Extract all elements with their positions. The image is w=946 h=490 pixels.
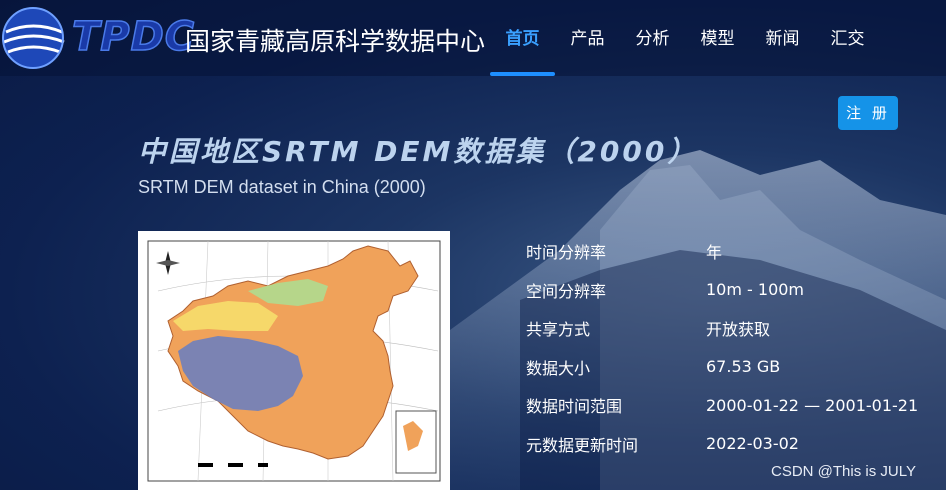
main-nav: 首页 产品 分析 模型 新闻 汇交	[490, 0, 880, 76]
china-dem-map-icon	[147, 240, 441, 482]
metadata-label: 元数据更新时间	[526, 435, 639, 455]
nav-item-home[interactable]: 首页	[490, 0, 555, 76]
watermark: CSDN @This is JULY	[771, 463, 916, 480]
globe-logo-icon	[2, 7, 65, 69]
metadata-row: 数据大小 67.53 GB	[526, 348, 918, 387]
metadata-value: 开放获取	[706, 320, 771, 340]
top-navigation-bar: TPDC 国家青藏高原科学数据中心 首页 产品 分析 模型 新闻 汇交	[0, 0, 946, 76]
metadata-value: 67.53 GB	[706, 357, 781, 377]
dataset-title: 中国地区SRTM DEM数据集（2000）	[138, 135, 699, 168]
nav-item-submit[interactable]: 汇交	[815, 0, 880, 76]
metadata-label: 时间分辨率	[526, 243, 607, 263]
metadata-label: 数据大小	[526, 358, 591, 378]
metadata-value: 2022-03-02	[706, 434, 799, 454]
metadata-value: 10m - 100m	[706, 280, 805, 300]
metadata-row: 空间分辨率 10m - 100m	[526, 271, 918, 310]
dataset-subtitle: SRTM DEM dataset in China (2000)	[138, 177, 426, 197]
metadata-row: 时间分辨率 年	[526, 232, 918, 271]
nav-item-news[interactable]: 新闻	[750, 0, 815, 76]
metadata-table: 时间分辨率 年 空间分辨率 10m - 100m 共享方式 开放获取 数据大小 …	[526, 232, 918, 463]
site-name[interactable]: 国家青藏高原科学数据中心	[185, 22, 485, 58]
metadata-row: 数据时间范围 2000-01-22 — 2001-01-21	[526, 386, 918, 425]
nav-item-models[interactable]: 模型	[685, 0, 750, 76]
metadata-label: 数据时间范围	[526, 397, 623, 417]
register-button[interactable]: 注 册	[838, 96, 898, 130]
metadata-row: 共享方式 开放获取	[526, 309, 918, 348]
nav-item-analysis[interactable]: 分析	[620, 0, 685, 76]
metadata-label: 空间分辨率	[526, 281, 607, 301]
metadata-value: 年	[706, 243, 723, 263]
dataset-thumbnail[interactable]	[138, 231, 450, 490]
logo-wordmark[interactable]: TPDC	[71, 13, 195, 61]
metadata-row: 元数据更新时间 2022-03-02	[526, 425, 918, 464]
nav-item-products[interactable]: 产品	[555, 0, 620, 76]
metadata-label: 共享方式	[526, 320, 591, 340]
metadata-value: 2000-01-22 — 2001-01-21	[706, 395, 919, 415]
